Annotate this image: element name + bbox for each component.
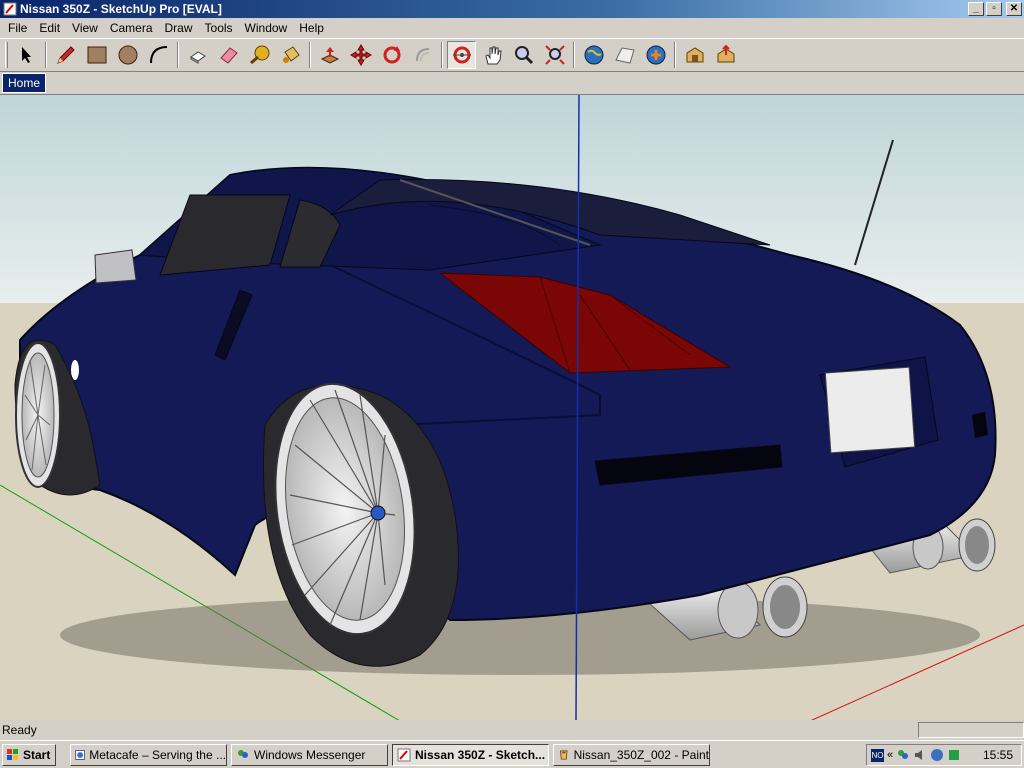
arrow-icon [21, 47, 31, 63]
task-paint[interactable]: Nissan_350Z_002 - Paint [553, 743, 710, 766]
title-bar[interactable]: Nissan 350Z - SketchUp Pro [EVAL] _ ▫ ✕ [0, 0, 1024, 18]
toggle-terrain-tool-button[interactable] [610, 41, 639, 69]
component-icon [189, 51, 206, 64]
task-label: Nissan_350Z_002 - Paint [573, 747, 709, 762]
circle-tool-button[interactable] [113, 41, 142, 69]
eraser-icon [219, 47, 238, 64]
offset-tool-button[interactable] [408, 41, 437, 69]
status-text: Ready [2, 723, 37, 737]
magnifier-icon [514, 46, 533, 65]
rectangle-tool-button[interactable] [82, 41, 111, 69]
menu-view[interactable]: View [66, 21, 104, 35]
move-icon [349, 44, 372, 66]
close-button[interactable]: ✕ [1006, 2, 1022, 16]
push-pull-tool-button[interactable] [315, 41, 344, 69]
toolbar-separator [674, 42, 676, 68]
arc-tool-button[interactable] [144, 41, 173, 69]
pan-tool-button[interactable] [478, 41, 507, 69]
toolbar-separator [177, 42, 179, 68]
main-toolbar [0, 38, 1024, 72]
menu-camera[interactable]: Camera [104, 21, 159, 35]
scenes-bar: Home [0, 72, 1024, 94]
task-label: Nissan 350Z - Sketch... [415, 747, 546, 762]
eraser-tool-button[interactable] [214, 41, 243, 69]
move-tool-button[interactable] [346, 41, 375, 69]
drawing-viewport[interactable] [0, 94, 1024, 720]
sketchup-icon [397, 748, 411, 761]
toolbar-grip[interactable] [5, 42, 8, 68]
rectangle-icon [87, 46, 106, 64]
clock[interactable]: 15:55 [983, 748, 1013, 762]
system-tray: NO « 15:55 [866, 744, 1022, 766]
share-model-tool-button[interactable] [711, 41, 740, 69]
security-icon[interactable] [947, 748, 961, 762]
toolbar-separator [45, 42, 47, 68]
show-hidden-icons-chevron-icon[interactable]: « [887, 749, 893, 761]
orbit-tool-button[interactable] [447, 41, 476, 69]
menu-help[interactable]: Help [293, 21, 330, 35]
language-indicator[interactable]: NO [871, 748, 884, 762]
paint-bucket-icon [282, 46, 300, 63]
sketchup-app-icon [3, 2, 17, 16]
make-component-tool-button[interactable] [183, 41, 212, 69]
get-models-tool-button[interactable] [680, 41, 709, 69]
network-icon[interactable] [930, 748, 944, 762]
pencil-tool-button[interactable] [51, 41, 80, 69]
get-current-view-tool-button[interactable] [579, 41, 608, 69]
task-metacafe[interactable]: Metacafe – Serving the ... [70, 743, 227, 766]
globe-icon [584, 45, 603, 65]
windows-logo-icon [7, 748, 18, 760]
menu-bar: File Edit View Camera Draw Tools Window … [0, 18, 1024, 38]
tape-measure-icon [249, 45, 269, 65]
push-pull-icon [320, 47, 339, 64]
pencil-icon [56, 46, 75, 64]
task-label: Windows Messenger [254, 747, 366, 762]
task-windows-messenger[interactable]: Windows Messenger [231, 743, 388, 766]
toolbar-separator [441, 42, 443, 68]
start-button[interactable]: Start [2, 743, 56, 766]
taskbar: Start Metacafe – Serving the ... Windows… [0, 740, 1024, 768]
hand-icon [484, 46, 502, 65]
tape-measure-tool-button[interactable] [245, 41, 274, 69]
zoom-extents-icon [544, 45, 565, 65]
minimize-button[interactable]: _ [968, 2, 984, 16]
restore-button[interactable]: ▫ [986, 2, 1002, 16]
terrain-icon [614, 47, 635, 64]
orbit-icon [452, 46, 471, 64]
task-label: Metacafe – Serving the ... [89, 747, 226, 762]
model-canvas[interactable] [0, 95, 1024, 720]
browser-icon [75, 749, 85, 760]
messenger-tray-icon[interactable] [896, 748, 910, 762]
arc-icon [149, 46, 167, 64]
menu-file[interactable]: File [2, 21, 33, 35]
window-title: Nissan 350Z - SketchUp Pro [EVAL] [20, 2, 222, 16]
toolbar-separator [309, 42, 311, 68]
paint-icon [560, 749, 568, 760]
value-control-box[interactable] [918, 722, 1024, 738]
start-label: Start [23, 747, 51, 762]
menu-window[interactable]: Window [239, 21, 294, 35]
share-icon [717, 44, 734, 63]
menu-edit[interactable]: Edit [33, 21, 66, 35]
place-model-tool-button[interactable] [641, 41, 670, 69]
status-bar: Ready [0, 720, 1024, 740]
rotate-tool-button[interactable] [377, 41, 406, 69]
paint-bucket-tool-button[interactable] [276, 41, 305, 69]
select-tool-button[interactable] [12, 41, 41, 69]
task-sketchup[interactable]: Nissan 350Z - Sketch... [392, 743, 549, 766]
zoom-extents-tool-button[interactable] [540, 41, 569, 69]
menu-draw[interactable]: Draw [159, 21, 199, 35]
messenger-icon [238, 749, 248, 758]
sketchup-window: Nissan 350Z - SketchUp Pro [EVAL] _ ▫ ✕ … [0, 0, 1024, 740]
menu-tools[interactable]: Tools [199, 21, 239, 35]
offset-icon [415, 48, 429, 62]
volume-icon[interactable] [913, 748, 927, 762]
warehouse-icon [686, 47, 703, 63]
circle-icon [118, 45, 137, 65]
scene-tab-home[interactable]: Home [2, 73, 46, 93]
rotate-icon [383, 46, 400, 64]
toolbar-separator [573, 42, 575, 68]
zoom-tool-button[interactable] [509, 41, 538, 69]
place-model-icon [646, 45, 665, 65]
